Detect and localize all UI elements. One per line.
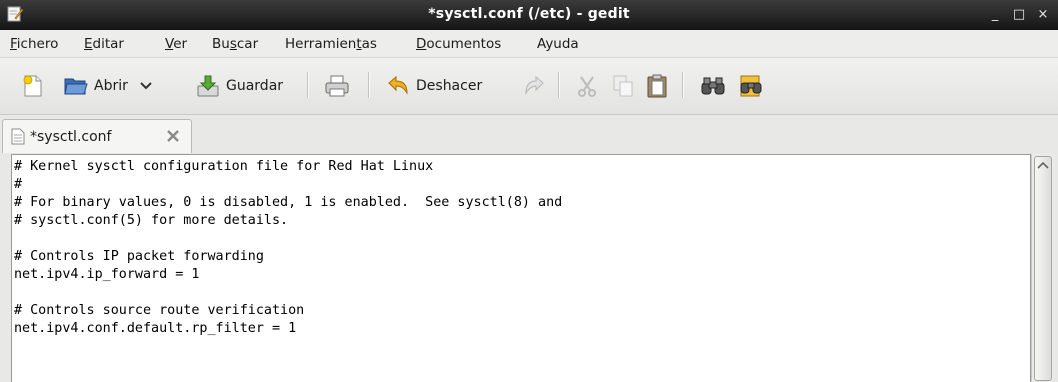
- toolbar: Abrir Guardar Deshacer: [0, 58, 1058, 115]
- editor-line[interactable]: net.ipv4.conf.default.rp_filter = 1: [14, 320, 562, 338]
- redo-arrow-icon: [525, 75, 544, 95]
- toolbar-separator: [558, 72, 560, 98]
- title-bar: *sysctl.conf (/etc) - gedit _ □ ×: [0, 0, 1058, 30]
- print-icon: [325, 75, 349, 97]
- editor-line[interactable]: # Controls source route verification: [14, 302, 562, 320]
- window-title: *sysctl.conf (/etc) - gedit: [428, 6, 630, 22]
- menu-buscar[interactable]: Buscar: [212, 36, 258, 52]
- search-replace-button[interactable]: [738, 72, 764, 100]
- scrollbar-thumb[interactable]: [1034, 156, 1052, 381]
- menu-ayuda[interactable]: Ayuda: [537, 36, 579, 52]
- editor-line[interactable]: net.ipv4.ip_forward = 1: [14, 266, 562, 284]
- toolbar-separator: [368, 72, 370, 98]
- redo-button[interactable]: [524, 72, 546, 100]
- undo-arrow-icon: [388, 75, 408, 95]
- search-replace-icon: [740, 75, 762, 97]
- new-document-icon: [23, 75, 42, 97]
- save-button[interactable]: Guardar: [196, 72, 283, 100]
- vertical-scrollbar[interactable]: [1031, 154, 1054, 381]
- scissors-icon: [578, 76, 596, 97]
- search-button[interactable]: [700, 72, 726, 100]
- new-document-button[interactable]: [22, 72, 44, 100]
- tab-strip: *sysctl.conf: [0, 115, 1058, 155]
- menu-documentos[interactable]: Documentos: [416, 36, 501, 52]
- open-button[interactable]: Abrir: [64, 72, 152, 100]
- folder-open-icon: [64, 78, 88, 95]
- print-button[interactable]: [324, 72, 350, 100]
- open-label: Abrir: [94, 78, 128, 94]
- paste-button[interactable]: [646, 72, 668, 100]
- undo-label: Deshacer: [416, 78, 483, 94]
- text-file-icon: [11, 128, 25, 145]
- menu-editar[interactable]: Editar: [84, 36, 124, 52]
- toolbar-separator: [307, 72, 309, 98]
- editor-line[interactable]: [14, 284, 562, 302]
- editor-line[interactable]: # For binary values, 0 is disabled, 1 is…: [14, 194, 562, 212]
- editor-line[interactable]: [14, 230, 562, 248]
- maximize-button[interactable]: □: [1009, 5, 1029, 25]
- menu-fichero[interactable]: Fichero: [10, 36, 58, 52]
- undo-button[interactable]: Deshacer: [386, 72, 482, 100]
- copy-button[interactable]: [612, 72, 634, 100]
- menu-herramientas[interactable]: Herramientas: [285, 36, 377, 52]
- close-window-button[interactable]: ×: [1033, 5, 1053, 25]
- editor-line[interactable]: # sysctl.conf(5) for more details.: [14, 212, 562, 230]
- toolbar-separator: [682, 72, 684, 98]
- editor-line[interactable]: # Kernel sysctl configuration file for R…: [14, 158, 562, 176]
- editor-line[interactable]: #: [14, 176, 562, 194]
- minimize-button[interactable]: _: [985, 5, 1005, 25]
- copy-icon: [613, 75, 633, 97]
- scroll-up-arrow-icon[interactable]: [1036, 160, 1050, 170]
- cut-button[interactable]: [575, 72, 599, 100]
- tab-label: *sysctl.conf: [30, 128, 112, 145]
- close-tab-icon[interactable]: [165, 128, 181, 144]
- save-label: Guardar: [226, 78, 284, 94]
- binoculars-icon: [701, 77, 725, 95]
- editor-lines[interactable]: # Kernel sysctl configuration file for R…: [14, 158, 562, 338]
- chevron-down-icon[interactable]: [140, 81, 152, 91]
- text-editor[interactable]: # Kernel sysctl configuration file for R…: [11, 154, 1031, 382]
- tab-sysctl-conf[interactable]: *sysctl.conf: [2, 119, 192, 153]
- save-download-icon: [197, 75, 219, 97]
- paste-clipboard-icon: [647, 74, 667, 98]
- menu-ver[interactable]: Ver: [165, 36, 187, 52]
- editor-line[interactable]: # Controls IP packet forwarding: [14, 248, 562, 266]
- menu-bar: Fichero Editar Ver Buscar Herramientas D…: [0, 30, 1058, 58]
